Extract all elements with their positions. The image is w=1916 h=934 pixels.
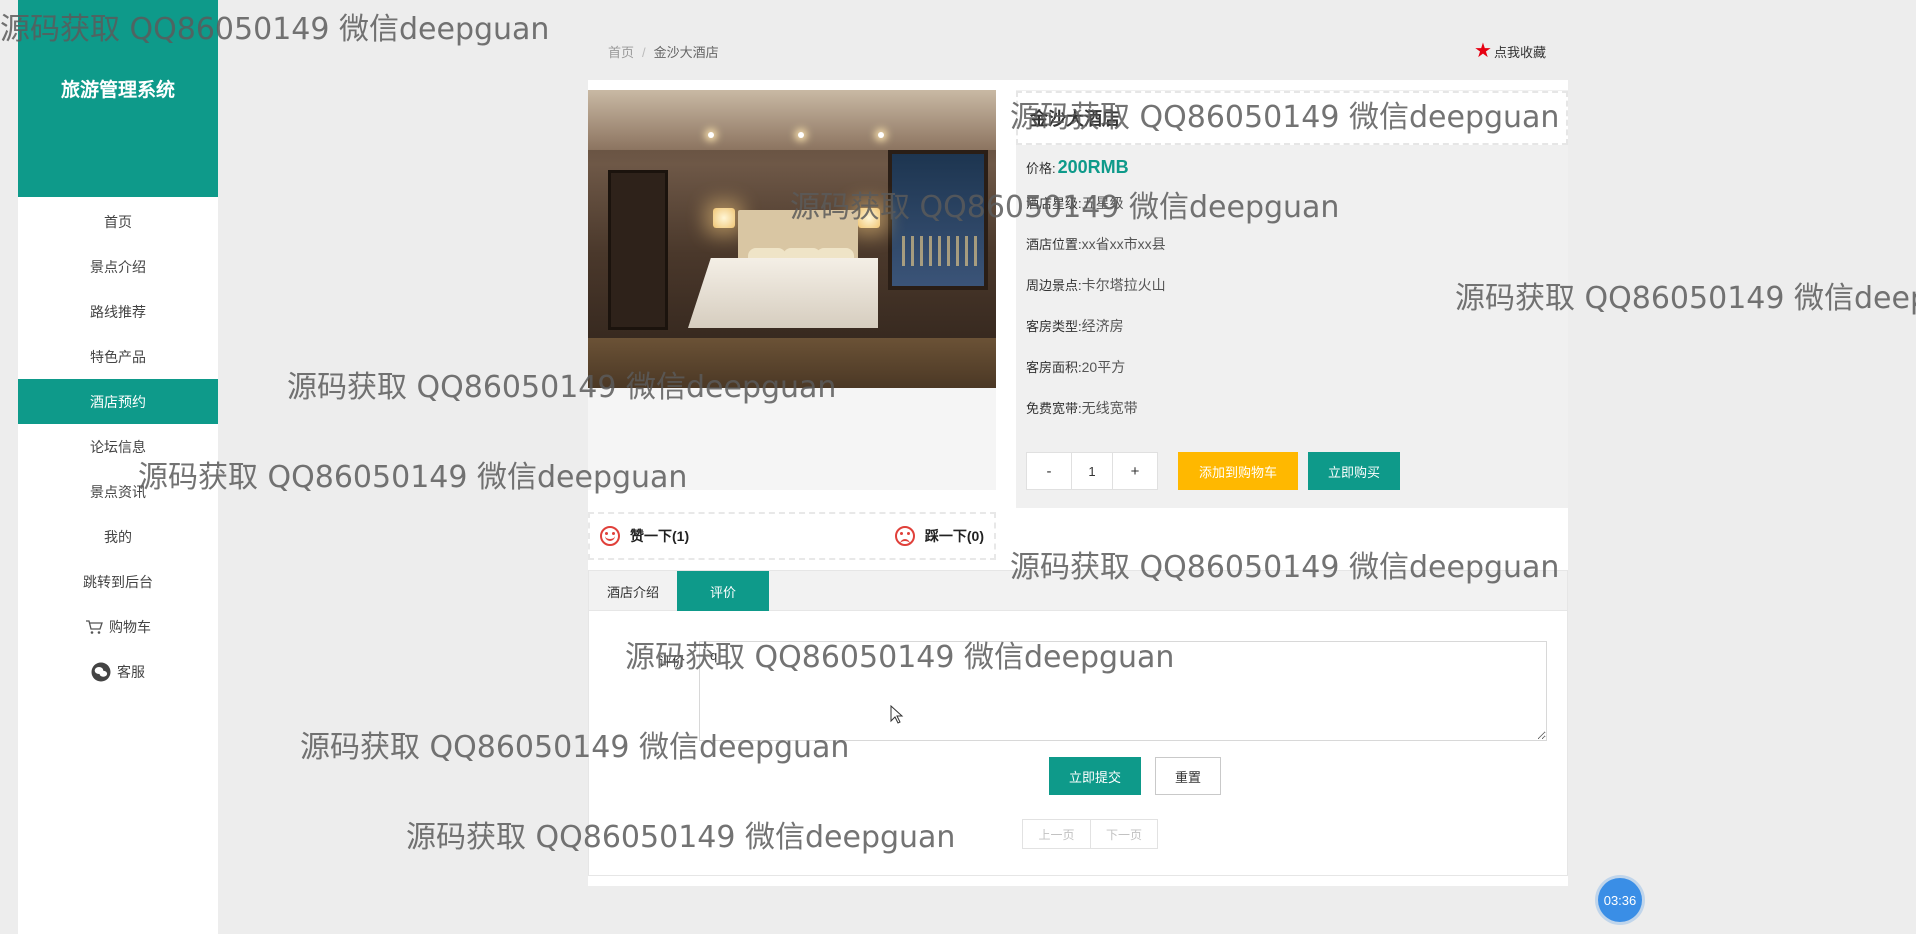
attr-label: 客房类型:: [1026, 319, 1082, 334]
sidebar-item-label: 特色产品: [90, 348, 146, 365]
breadcrumb-current: 金沙大酒店: [653, 45, 719, 60]
quantity-stepper: - 1 +: [1026, 452, 1158, 490]
attr-nearby: 周边景点: 卡尔塔拉火山: [1016, 264, 1568, 305]
attr-star-rating: 酒店星级: 五星级: [1016, 182, 1568, 223]
sidebar-item-admin[interactable]: 跳转到后台: [18, 559, 218, 604]
hotel-name: 金沙大酒店: [1030, 109, 1120, 129]
like-button[interactable]: 赞一下(1): [600, 526, 689, 546]
sidebar-item-cart[interactable]: 购物车: [18, 604, 218, 649]
sidebar-item-forum[interactable]: 论坛信息: [18, 424, 218, 469]
attr-label: 周边景点:: [1026, 278, 1082, 293]
quantity-increase-button[interactable]: +: [1113, 453, 1157, 489]
sidebar-item-attractions[interactable]: 景点介绍: [18, 244, 218, 289]
sidebar-item-home[interactable]: 首页: [18, 199, 218, 244]
attr-value: 经济房: [1081, 317, 1124, 334]
breadcrumb: 首页 / 金沙大酒店: [608, 42, 719, 61]
submit-button[interactable]: 立即提交: [1049, 757, 1141, 795]
review-textarea[interactable]: q: [699, 641, 1547, 741]
attr-label: 免费宽带:: [1026, 401, 1082, 416]
sidebar-item-label: 客服: [117, 663, 145, 680]
attr-value: xx省xx市xx县: [1081, 235, 1166, 252]
sidebar-item-label: 购物车: [109, 618, 151, 635]
smile-icon: [600, 526, 620, 546]
prev-page-button[interactable]: 上一页: [1023, 820, 1090, 848]
mouse-cursor-icon: [890, 705, 904, 724]
quantity-input[interactable]: 1: [1071, 453, 1113, 489]
sidebar-item-routes[interactable]: 路线推荐: [18, 289, 218, 334]
hotel-title-box: 金沙大酒店: [1016, 91, 1568, 145]
sidebar-item-label: 路线推荐: [90, 303, 146, 320]
sidebar-item-news[interactable]: 景点资讯: [18, 469, 218, 514]
attr-broadband: 免费宽带: 无线宽带: [1016, 387, 1568, 428]
star-icon: ★: [1474, 40, 1492, 62]
logo[interactable]: 旅游管理系统: [18, 0, 218, 197]
wechat-icon: [91, 662, 111, 682]
tab-hotel-intro[interactable]: 酒店介绍: [589, 571, 677, 611]
buy-now-button[interactable]: 立即购买: [1308, 452, 1400, 490]
review-label: 评价: [658, 654, 685, 669]
dislike-label: 踩一下(0): [924, 528, 984, 544]
next-page-button[interactable]: 下一页: [1090, 820, 1157, 848]
sidebar-item-products[interactable]: 特色产品: [18, 334, 218, 379]
sidebar-item-mine[interactable]: 我的: [18, 514, 218, 559]
attr-list: 酒店星级: 五星级 酒店位置: xx省xx市xx县 周边景点: 卡尔塔拉火山 客房类型…: [1016, 182, 1568, 428]
attr-value: 卡尔塔拉火山: [1081, 276, 1166, 293]
pagination: 上一页 下一页: [1022, 819, 1158, 849]
purchase-row: - 1 + 添加到购物车 立即购买: [1026, 452, 1400, 490]
vote-box: 赞一下(1) 踩一下(0): [588, 512, 996, 560]
tabs-area: 酒店介绍 评价 评价 q 立即提交 重置 上一页 下一页: [588, 570, 1568, 876]
sidebar-item-label: 跳转到后台: [83, 573, 153, 590]
sidebar-item-label: 景点介绍: [90, 258, 146, 275]
price-row: 价格: 200RMB: [1016, 145, 1568, 178]
attr-value: 无线宽带: [1081, 399, 1138, 416]
quantity-decrease-button[interactable]: -: [1027, 453, 1071, 489]
attr-room-type: 客房类型: 经济房: [1016, 305, 1568, 346]
photo-column: [588, 90, 996, 490]
sidebar-item-label: 景点资讯: [90, 483, 146, 500]
price-value: 200RMB: [1057, 157, 1129, 177]
attr-label: 酒店星级:: [1026, 196, 1082, 211]
price-label: 价格:: [1026, 161, 1056, 176]
frown-icon: [894, 526, 915, 546]
sidebar-item-hotel-booking[interactable]: 酒店预约: [18, 379, 218, 424]
hotel-photo: [588, 90, 996, 388]
like-label: 赞一下(1): [630, 528, 690, 544]
logo-text: 旅游管理系统: [60, 80, 175, 101]
sidebar-nav: 首页 景点介绍 路线推荐 特色产品 酒店预约 论坛信息 景点资讯 我的 跳转到后…: [18, 199, 218, 694]
add-to-cart-button[interactable]: 添加到购物车: [1178, 452, 1298, 490]
attr-label: 客房面积:: [1026, 360, 1082, 375]
attr-location: 酒店位置: xx省xx市xx县: [1016, 223, 1568, 264]
timer-badge[interactable]: 03:36: [1598, 878, 1642, 922]
favorite-label: 点我收藏: [1493, 44, 1546, 60]
breadcrumb-home[interactable]: 首页: [608, 45, 634, 60]
tab-bar: 酒店介绍 评价: [589, 571, 1567, 611]
attr-room-area: 客房面积: 20平方: [1016, 346, 1568, 387]
dislike-button[interactable]: 踩一下(0): [894, 526, 984, 546]
review-form-row: 评价 q: [589, 641, 1547, 741]
sidebar: 旅游管理系统 首页 景点介绍 路线推荐 特色产品 酒店预约 论坛信息 景点资讯 …: [18, 0, 218, 934]
cart-icon: [85, 619, 103, 635]
reset-button[interactable]: 重置: [1155, 757, 1221, 795]
attr-value: 五星级: [1081, 194, 1124, 211]
form-actions: 立即提交 重置: [1049, 757, 1221, 795]
sidebar-item-label: 我的: [104, 528, 132, 545]
tab-review[interactable]: 评价: [677, 571, 770, 611]
sidebar-item-label: 酒店预约: [90, 393, 146, 410]
favorite-button[interactable]: ★ 点我收藏: [1474, 41, 1546, 61]
attr-label: 酒店位置:: [1026, 237, 1082, 252]
sidebar-item-label: 首页: [104, 213, 132, 230]
sidebar-item-service[interactable]: 客服: [18, 649, 218, 694]
hotel-detail-panel: 金沙大酒店 价格: 200RMB 酒店星级: 五星级 酒店位置: xx省xx市xx县…: [588, 80, 1568, 886]
breadcrumb-separator: /: [642, 45, 646, 60]
attr-value: 20平方: [1081, 358, 1126, 375]
sidebar-item-label: 论坛信息: [90, 438, 146, 455]
info-column: 金沙大酒店 价格: 200RMB 酒店星级: 五星级 酒店位置: xx省xx市xx县…: [1016, 90, 1568, 508]
